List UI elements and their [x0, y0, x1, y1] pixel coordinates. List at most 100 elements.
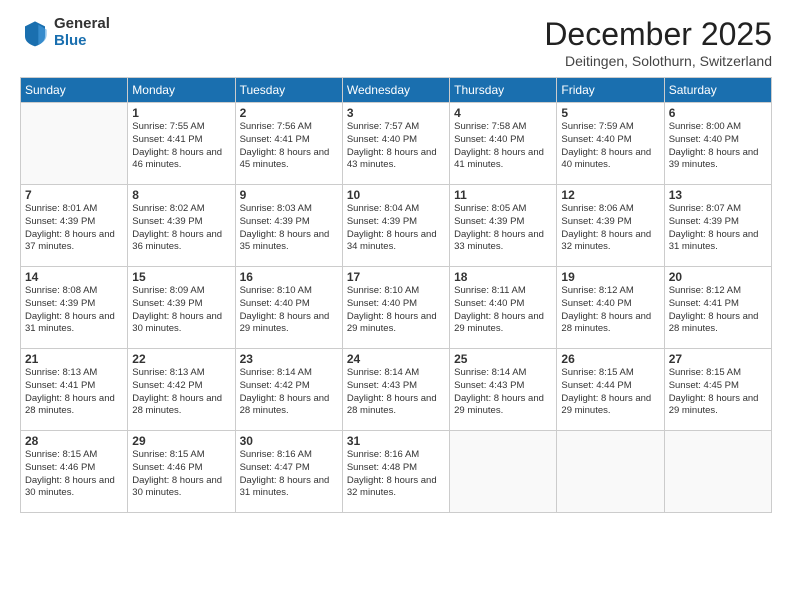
cell-info: Sunrise: 7:58 AMSunset: 4:40 PMDaylight:…	[454, 121, 552, 172]
calendar-cell: 25Sunrise: 8:14 AMSunset: 4:43 PMDayligh…	[450, 349, 557, 431]
calendar-cell: 9Sunrise: 8:03 AMSunset: 4:39 PMDaylight…	[235, 185, 342, 267]
calendar-cell: 30Sunrise: 8:16 AMSunset: 4:47 PMDayligh…	[235, 431, 342, 513]
day-number: 18	[454, 270, 552, 284]
calendar-cell	[21, 103, 128, 185]
day-number: 14	[25, 270, 123, 284]
day-number: 3	[347, 106, 445, 120]
cell-info: Sunrise: 8:16 AMSunset: 4:48 PMDaylight:…	[347, 449, 445, 500]
calendar-cell: 6Sunrise: 8:00 AMSunset: 4:40 PMDaylight…	[664, 103, 771, 185]
day-number: 24	[347, 352, 445, 366]
week-row-3: 14Sunrise: 8:08 AMSunset: 4:39 PMDayligh…	[21, 267, 772, 349]
day-number: 23	[240, 352, 338, 366]
week-row-2: 7Sunrise: 8:01 AMSunset: 4:39 PMDaylight…	[21, 185, 772, 267]
cell-info: Sunrise: 7:56 AMSunset: 4:41 PMDaylight:…	[240, 121, 338, 172]
cell-info: Sunrise: 8:08 AMSunset: 4:39 PMDaylight:…	[25, 285, 123, 336]
week-row-5: 28Sunrise: 8:15 AMSunset: 4:46 PMDayligh…	[21, 431, 772, 513]
day-number: 5	[561, 106, 659, 120]
cell-info: Sunrise: 8:06 AMSunset: 4:39 PMDaylight:…	[561, 203, 659, 254]
logo-general-text: General	[54, 16, 110, 33]
cell-info: Sunrise: 8:14 AMSunset: 4:43 PMDaylight:…	[454, 367, 552, 418]
cell-info: Sunrise: 7:55 AMSunset: 4:41 PMDaylight:…	[132, 121, 230, 172]
cell-info: Sunrise: 8:12 AMSunset: 4:40 PMDaylight:…	[561, 285, 659, 336]
calendar-cell: 23Sunrise: 8:14 AMSunset: 4:42 PMDayligh…	[235, 349, 342, 431]
cell-info: Sunrise: 8:15 AMSunset: 4:45 PMDaylight:…	[669, 367, 767, 418]
day-number: 20	[669, 270, 767, 284]
calendar-cell: 3Sunrise: 7:57 AMSunset: 4:40 PMDaylight…	[342, 103, 449, 185]
cell-info: Sunrise: 8:13 AMSunset: 4:42 PMDaylight:…	[132, 367, 230, 418]
calendar-cell: 10Sunrise: 8:04 AMSunset: 4:39 PMDayligh…	[342, 185, 449, 267]
calendar-cell: 28Sunrise: 8:15 AMSunset: 4:46 PMDayligh…	[21, 431, 128, 513]
calendar-cell: 20Sunrise: 8:12 AMSunset: 4:41 PMDayligh…	[664, 267, 771, 349]
calendar-cell: 1Sunrise: 7:55 AMSunset: 4:41 PMDaylight…	[128, 103, 235, 185]
calendar-cell: 26Sunrise: 8:15 AMSunset: 4:44 PMDayligh…	[557, 349, 664, 431]
calendar: SundayMondayTuesdayWednesdayThursdayFrid…	[20, 77, 772, 513]
location: Deitingen, Solothurn, Switzerland	[544, 53, 772, 69]
calendar-cell: 29Sunrise: 8:15 AMSunset: 4:46 PMDayligh…	[128, 431, 235, 513]
day-number: 9	[240, 188, 338, 202]
calendar-cell: 4Sunrise: 7:58 AMSunset: 4:40 PMDaylight…	[450, 103, 557, 185]
day-number: 22	[132, 352, 230, 366]
calendar-cell: 7Sunrise: 8:01 AMSunset: 4:39 PMDaylight…	[21, 185, 128, 267]
cell-info: Sunrise: 8:13 AMSunset: 4:41 PMDaylight:…	[25, 367, 123, 418]
header-thursday: Thursday	[450, 78, 557, 103]
calendar-cell	[557, 431, 664, 513]
cell-info: Sunrise: 8:03 AMSunset: 4:39 PMDaylight:…	[240, 203, 338, 254]
cell-info: Sunrise: 8:12 AMSunset: 4:41 PMDaylight:…	[669, 285, 767, 336]
header-monday: Monday	[128, 78, 235, 103]
day-number: 31	[347, 434, 445, 448]
cell-info: Sunrise: 8:02 AMSunset: 4:39 PMDaylight:…	[132, 203, 230, 254]
cell-info: Sunrise: 8:10 AMSunset: 4:40 PMDaylight:…	[240, 285, 338, 336]
cell-info: Sunrise: 8:15 AMSunset: 4:44 PMDaylight:…	[561, 367, 659, 418]
cell-info: Sunrise: 8:14 AMSunset: 4:43 PMDaylight:…	[347, 367, 445, 418]
day-number: 28	[25, 434, 123, 448]
day-number: 29	[132, 434, 230, 448]
calendar-cell: 14Sunrise: 8:08 AMSunset: 4:39 PMDayligh…	[21, 267, 128, 349]
cell-info: Sunrise: 8:11 AMSunset: 4:40 PMDaylight:…	[454, 285, 552, 336]
cell-info: Sunrise: 8:14 AMSunset: 4:42 PMDaylight:…	[240, 367, 338, 418]
cell-info: Sunrise: 8:01 AMSunset: 4:39 PMDaylight:…	[25, 203, 123, 254]
day-number: 13	[669, 188, 767, 202]
week-row-1: 1Sunrise: 7:55 AMSunset: 4:41 PMDaylight…	[21, 103, 772, 185]
day-number: 26	[561, 352, 659, 366]
header-wednesday: Wednesday	[342, 78, 449, 103]
calendar-cell: 16Sunrise: 8:10 AMSunset: 4:40 PMDayligh…	[235, 267, 342, 349]
day-number: 12	[561, 188, 659, 202]
calendar-cell: 12Sunrise: 8:06 AMSunset: 4:39 PMDayligh…	[557, 185, 664, 267]
calendar-cell	[664, 431, 771, 513]
calendar-cell: 27Sunrise: 8:15 AMSunset: 4:45 PMDayligh…	[664, 349, 771, 431]
day-number: 19	[561, 270, 659, 284]
calendar-cell: 17Sunrise: 8:10 AMSunset: 4:40 PMDayligh…	[342, 267, 449, 349]
day-number: 1	[132, 106, 230, 120]
header-sunday: Sunday	[21, 78, 128, 103]
header-friday: Friday	[557, 78, 664, 103]
calendar-cell: 21Sunrise: 8:13 AMSunset: 4:41 PMDayligh…	[21, 349, 128, 431]
cell-info: Sunrise: 8:09 AMSunset: 4:39 PMDaylight:…	[132, 285, 230, 336]
day-number: 10	[347, 188, 445, 202]
cell-info: Sunrise: 7:59 AMSunset: 4:40 PMDaylight:…	[561, 121, 659, 172]
day-number: 6	[669, 106, 767, 120]
cell-info: Sunrise: 7:57 AMSunset: 4:40 PMDaylight:…	[347, 121, 445, 172]
cell-info: Sunrise: 8:04 AMSunset: 4:39 PMDaylight:…	[347, 203, 445, 254]
calendar-header-row: SundayMondayTuesdayWednesdayThursdayFrid…	[21, 78, 772, 103]
logo: General Blue	[20, 16, 110, 49]
day-number: 30	[240, 434, 338, 448]
month-title: December 2025	[544, 16, 772, 53]
calendar-cell: 24Sunrise: 8:14 AMSunset: 4:43 PMDayligh…	[342, 349, 449, 431]
cell-info: Sunrise: 8:05 AMSunset: 4:39 PMDaylight:…	[454, 203, 552, 254]
cell-info: Sunrise: 8:15 AMSunset: 4:46 PMDaylight:…	[132, 449, 230, 500]
day-number: 2	[240, 106, 338, 120]
calendar-cell: 13Sunrise: 8:07 AMSunset: 4:39 PMDayligh…	[664, 185, 771, 267]
calendar-cell: 18Sunrise: 8:11 AMSunset: 4:40 PMDayligh…	[450, 267, 557, 349]
day-number: 27	[669, 352, 767, 366]
title-block: December 2025 Deitingen, Solothurn, Swit…	[544, 16, 772, 69]
calendar-cell: 5Sunrise: 7:59 AMSunset: 4:40 PMDaylight…	[557, 103, 664, 185]
header-saturday: Saturday	[664, 78, 771, 103]
cell-info: Sunrise: 8:15 AMSunset: 4:46 PMDaylight:…	[25, 449, 123, 500]
logo-icon	[20, 18, 50, 48]
day-number: 21	[25, 352, 123, 366]
cell-info: Sunrise: 8:16 AMSunset: 4:47 PMDaylight:…	[240, 449, 338, 500]
calendar-cell: 11Sunrise: 8:05 AMSunset: 4:39 PMDayligh…	[450, 185, 557, 267]
calendar-cell: 2Sunrise: 7:56 AMSunset: 4:41 PMDaylight…	[235, 103, 342, 185]
logo-blue-text: Blue	[54, 33, 110, 50]
cell-info: Sunrise: 8:10 AMSunset: 4:40 PMDaylight:…	[347, 285, 445, 336]
